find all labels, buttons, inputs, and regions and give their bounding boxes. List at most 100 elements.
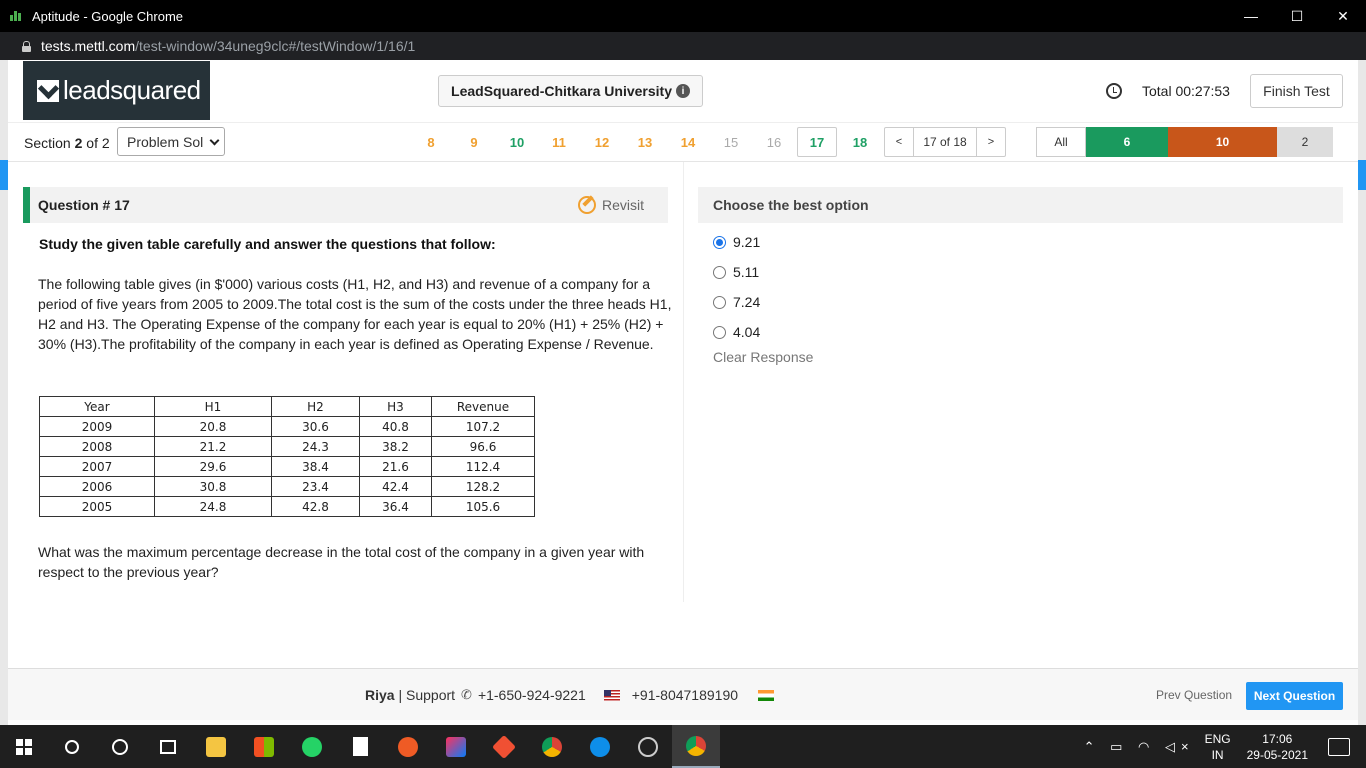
table-row: 2007 29.6 38.4 21.6 112.4 <box>39 456 535 477</box>
filter-answered[interactable]: 6 <box>1086 127 1168 157</box>
logo-text: leadsquared <box>63 75 201 105</box>
windows-taskbar: ⌃ ▭ ◠ ◁× ENG IN 17:06 29-05-2021 <box>0 725 1366 768</box>
question-number-12[interactable]: 12 <box>582 127 622 157</box>
filter-all[interactable]: All <box>1036 127 1086 157</box>
close-button[interactable]: ✕ <box>1320 0 1366 32</box>
radio-button[interactable] <box>713 235 726 249</box>
teamviewer-icon[interactable] <box>576 725 624 768</box>
question-number-8[interactable]: 8 <box>411 127 451 157</box>
task-view-icon[interactable] <box>144 725 192 768</box>
phone-icon: ✆ <box>461 687 472 702</box>
revisit-label: Revisit <box>601 197 644 213</box>
minimize-button[interactable]: — <box>1228 0 1274 32</box>
revisit-button[interactable]: Revisit <box>577 196 644 214</box>
org-name: LeadSquared-Chitkara University <box>451 83 672 99</box>
notification-icon[interactable] <box>1328 737 1350 756</box>
notes-icon[interactable] <box>336 725 384 768</box>
whatsapp-icon[interactable] <box>288 725 336 768</box>
test-page: leadsquared LeadSquared-Chitkara Univers… <box>0 60 1366 725</box>
question-number-16[interactable]: 16 <box>754 127 794 157</box>
section-select[interactable]: Problem Sol <box>117 127 225 156</box>
question-number-10[interactable]: 10 <box>497 127 537 157</box>
git-icon[interactable] <box>480 725 528 768</box>
window-title: Aptitude - Google Chrome <box>32 8 184 24</box>
accent-bar-right <box>1358 160 1366 190</box>
section-current: 2 <box>74 135 83 151</box>
language-indicator[interactable]: ENG IN <box>1205 731 1231 763</box>
option-4[interactable]: 4.04 <box>698 317 1343 347</box>
timer: Total 00:27:53 <box>1106 83 1230 99</box>
question-number-17[interactable]: 17 <box>797 127 837 157</box>
table-cell: 2007 <box>39 456 155 477</box>
table-cell: 21.2 <box>154 436 272 457</box>
section-word: Section <box>24 135 71 151</box>
prev-page-button[interactable]: < <box>885 128 913 156</box>
table-cell: 20.8 <box>154 416 272 437</box>
support-info: Riya | Support ✆ +1-650-924-9221 +91-804… <box>365 687 775 703</box>
intellij-icon[interactable] <box>432 725 480 768</box>
clock-date: 29-05-2021 <box>1246 747 1308 762</box>
store-icon[interactable] <box>240 725 288 768</box>
filter-not-answered[interactable]: 10 <box>1168 127 1277 157</box>
cost-table: Year H1 H2 H3 Revenue 2009 20.8 30.6 40.… <box>39 396 535 517</box>
radio-button[interactable] <box>713 265 726 279</box>
leadsquared-logo: leadsquared <box>23 61 210 120</box>
question-number-11[interactable]: 11 <box>539 127 579 157</box>
question-prompt: What was the maximum percentage decrease… <box>38 544 645 580</box>
option-label: 7.24 <box>733 294 761 310</box>
answer-heading: Choose the best option <box>698 187 1343 223</box>
clear-response-link[interactable]: Clear Response <box>698 349 1343 365</box>
tray-icons[interactable]: ⌃ ▭ ◠ ◁× <box>1084 739 1195 755</box>
file-explorer-icon[interactable] <box>192 725 240 768</box>
radio-button[interactable] <box>713 295 726 309</box>
table-cell: 40.8 <box>359 416 432 437</box>
prev-question-button[interactable]: Prev Question <box>1156 688 1232 702</box>
revisit-icon <box>577 196 596 214</box>
radio-button[interactable] <box>713 325 726 339</box>
start-icon[interactable] <box>0 725 48 768</box>
question-number-14[interactable]: 14 <box>668 127 708 157</box>
table-cell: 112.4 <box>431 456 535 477</box>
lang-top: ENG <box>1204 731 1231 746</box>
option-2[interactable]: 5.11 <box>698 257 1343 287</box>
option-1[interactable]: 9.21 <box>698 227 1343 257</box>
finish-test-button[interactable]: Finish Test <box>1250 74 1343 108</box>
next-question-button[interactable]: Next Question <box>1246 682 1343 710</box>
chrome-icon[interactable] <box>528 725 576 768</box>
table-cell: 38.2 <box>359 436 432 457</box>
table-header: Revenue <box>431 396 535 417</box>
search-icon[interactable] <box>48 725 96 768</box>
maximize-button[interactable]: ☐ <box>1274 0 1320 32</box>
next-page-button[interactable]: > <box>977 128 1005 156</box>
question-pane: Question # 17 Revisit Study the given ta… <box>8 162 684 602</box>
obs-icon[interactable] <box>624 725 672 768</box>
org-badge: LeadSquared-Chitkara University i <box>438 75 703 107</box>
accent-bar-left <box>0 160 8 190</box>
cortana-icon[interactable] <box>96 725 144 768</box>
postman-icon[interactable] <box>384 725 432 768</box>
url-host: tests.mettl.com <box>41 38 136 54</box>
table-header: H1 <box>154 396 272 417</box>
pager: < 17 of 18 > <box>884 127 1006 157</box>
table-header: H3 <box>359 396 432 417</box>
lock-icon <box>22 40 31 52</box>
table-cell: 2008 <box>39 436 155 457</box>
address-bar[interactable]: tests.mettl.com/test-window/34uneg9clc#/… <box>0 32 1366 60</box>
table-cell: 105.6 <box>431 496 535 517</box>
table-header: H2 <box>271 396 360 417</box>
question-number-15[interactable]: 15 <box>711 127 751 157</box>
lang-bottom: IN <box>1211 747 1224 762</box>
filter-review[interactable]: 2 <box>1277 127 1333 157</box>
table-cell: 21.6 <box>359 456 432 477</box>
question-number-18[interactable]: 18 <box>840 127 880 157</box>
system-tray: ⌃ ▭ ◠ ◁× ENG IN 17:06 29-05-2021 <box>1084 725 1366 768</box>
chrome-active-icon[interactable] <box>672 725 720 768</box>
option-3[interactable]: 7.24 <box>698 287 1343 317</box>
mettl-app-icon <box>10 11 24 21</box>
support-label: | Support <box>398 687 456 703</box>
question-number-13[interactable]: 13 <box>625 127 665 157</box>
question-number-9[interactable]: 9 <box>454 127 494 157</box>
taskbar-clock[interactable]: 17:06 29-05-2021 <box>1247 731 1308 763</box>
info-icon[interactable]: i <box>675 84 690 98</box>
option-label: 5.11 <box>733 264 760 280</box>
